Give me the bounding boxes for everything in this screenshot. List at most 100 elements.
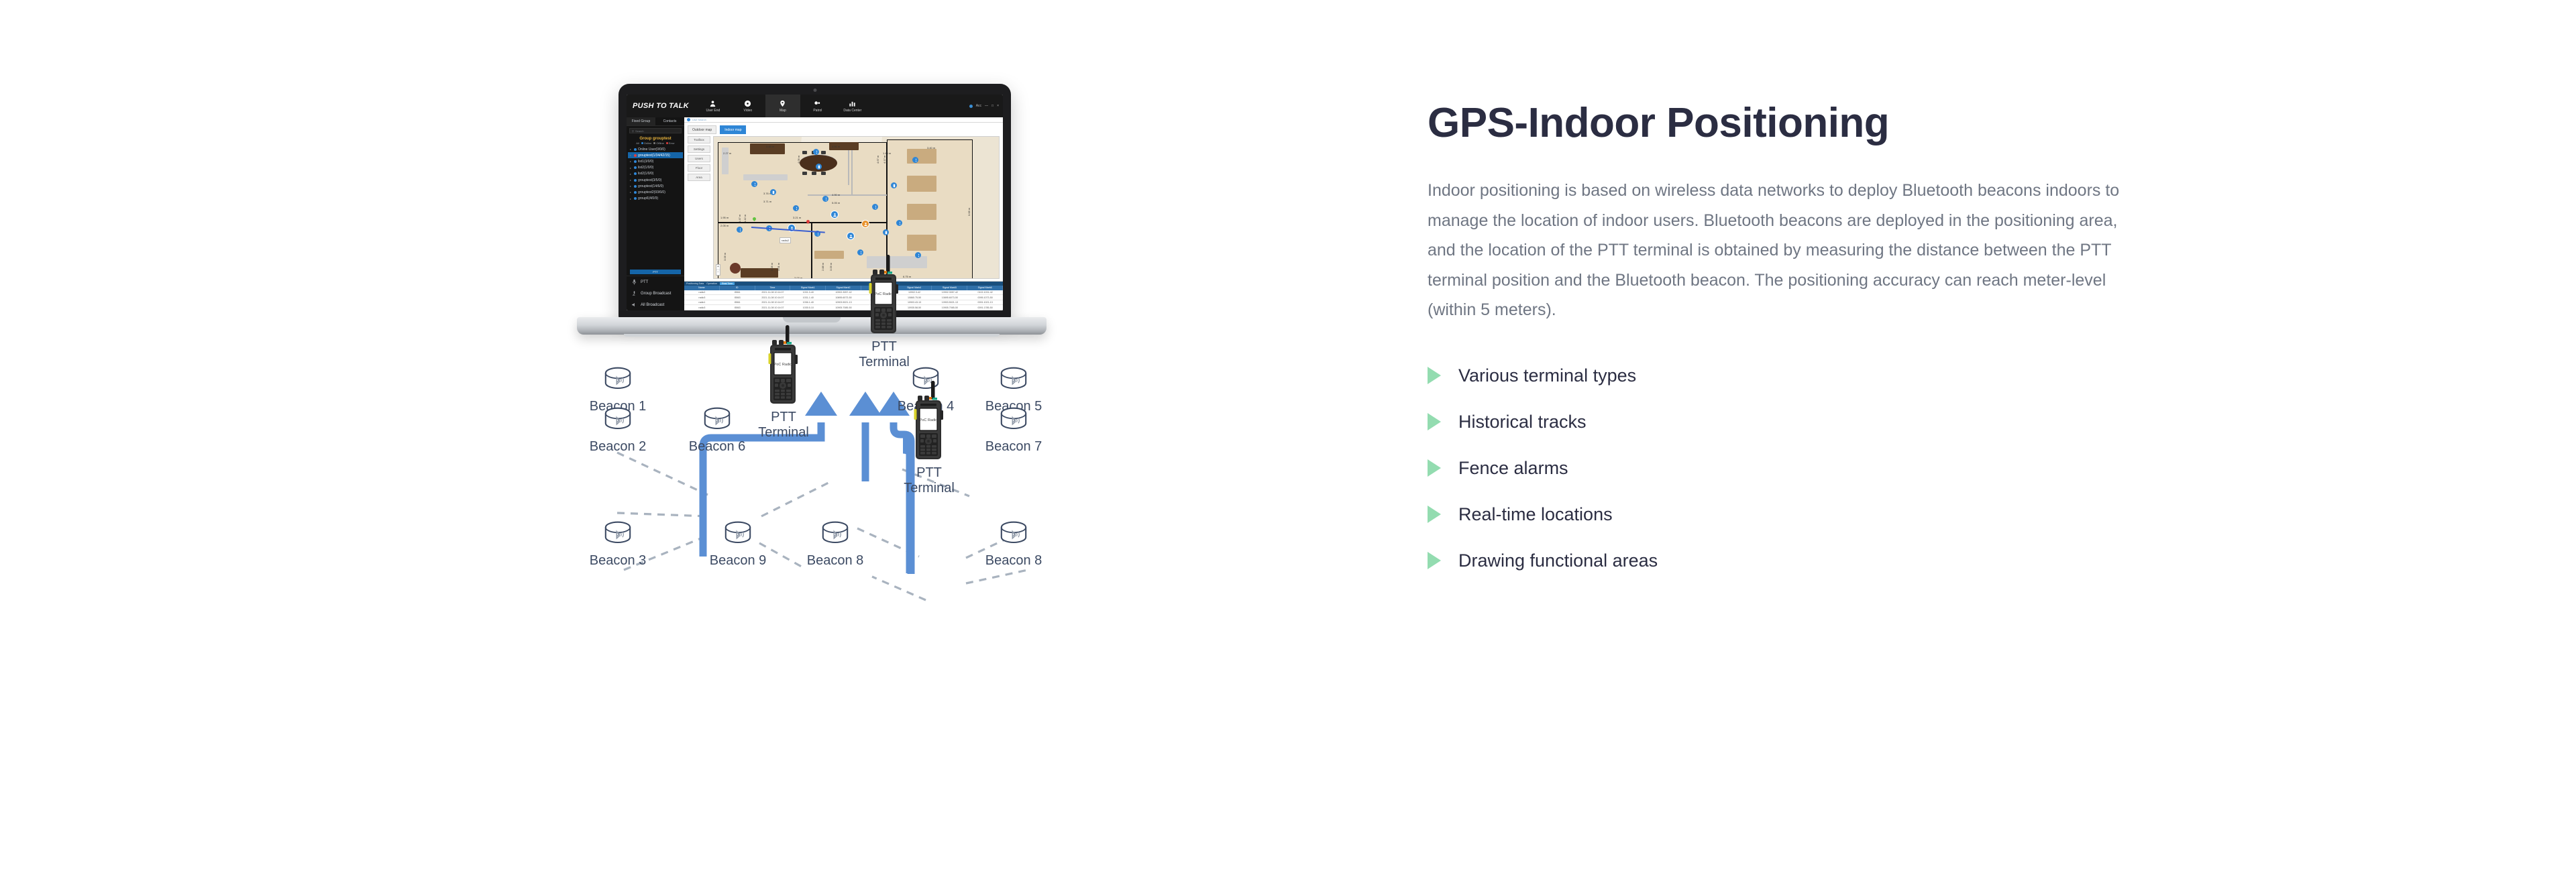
map-device-marker[interactable]	[816, 164, 822, 170]
feature-item: Fence alarms	[1428, 458, 2179, 479]
node-label: Beacon 8	[985, 553, 1042, 568]
map-device-marker[interactable]	[891, 182, 897, 188]
node-ptt-terminal-center[interactable]: PoC Radio PTT Terminal	[847, 255, 921, 370]
action-label: PTT	[641, 280, 649, 284]
nav-item-patrol[interactable]: Patrol	[800, 95, 835, 117]
tab-contacts[interactable]: Contacts	[655, 117, 684, 125]
map-device-marker[interactable]	[770, 189, 776, 195]
nav-item-map[interactable]: Map	[765, 95, 800, 117]
node-beacon-8-right[interactable]: Beacon 8	[977, 520, 1051, 569]
list-item[interactable]: ▸ grouptest2(93/6/0)	[628, 189, 683, 195]
outdoor-map-button[interactable]: Outdoor map	[688, 125, 717, 134]
close-button[interactable]: ×	[997, 104, 999, 108]
toolbar-real-time[interactable]: Real Time	[719, 282, 735, 285]
chevron-right-icon: ▸	[630, 148, 632, 152]
map-beacon-marker[interactable]	[813, 149, 819, 155]
chevron-right-icon: ▸	[630, 178, 632, 182]
tool-area[interactable]: Area	[688, 174, 710, 181]
map-zoom-controls[interactable]: + −	[716, 264, 720, 276]
map-user-marker[interactable]	[847, 232, 855, 240]
action-all-broadcast[interactable]: All Broadcast	[627, 299, 684, 310]
feature-list: Various terminal types Historical tracks…	[1428, 365, 2179, 571]
indoor-map-button[interactable]: Indoor map	[720, 125, 747, 134]
map-beacon-marker[interactable]	[793, 205, 799, 211]
map-beacon-marker[interactable]	[822, 196, 828, 202]
list-item[interactable]: ▸ group6(4/0/9)	[628, 196, 683, 202]
node-label: Beacon 3	[589, 553, 647, 568]
node-ptt-terminal-bottom[interactable]: PoC Radio PTT Terminal	[892, 381, 966, 496]
nav-item-video[interactable]: Video	[731, 95, 765, 117]
table-row[interactable]: radio1 I5561 2021-11-08 10:14:07 1036.1-…	[684, 300, 1003, 306]
dimension-label: 3.21 m	[793, 216, 802, 219]
feature-item: Various terminal types	[1428, 365, 2179, 386]
list-item[interactable]: ▸ list2(1/0/0)	[628, 171, 683, 177]
dimension-label: 3.45 m	[766, 145, 775, 148]
map-beacon-marker[interactable]	[751, 181, 757, 187]
nav-label: Patrol	[813, 108, 822, 113]
map-beacon-marker[interactable]	[896, 220, 902, 226]
node-ptt-terminal-left[interactable]: PoC Radio PTT Terminal	[747, 325, 820, 441]
chevron-right-icon: ▸	[630, 172, 632, 176]
map-user-marker[interactable]	[861, 220, 869, 228]
toolbar-operation[interactable]: Operation	[706, 282, 717, 285]
tool-users[interactable]: Users	[688, 155, 710, 162]
list-item[interactable]: ▸ list1(3/0/0)	[628, 158, 683, 164]
table-cell: 0102.1031-42	[977, 290, 993, 294]
node-beacon-3[interactable]: Beacon 3	[581, 520, 655, 569]
node-beacon-6[interactable]: Beacon 6	[680, 406, 754, 455]
tool-floor[interactable]: Floor	[688, 164, 710, 172]
node-beacon-8-mid[interactable]: Beacon 8	[798, 520, 872, 569]
map-beacon-marker[interactable]	[737, 227, 743, 233]
table-cell: 1031-1.40	[802, 296, 814, 299]
nav-item-user-end[interactable]: User End	[696, 95, 731, 117]
app-nav: User End Video Map Patrol Data Center	[696, 95, 870, 117]
map-beacon-marker[interactable]	[872, 204, 878, 210]
list-item-label: group6(4/0/9)	[638, 196, 659, 201]
zoom-in-button[interactable]: +	[716, 265, 720, 270]
list-item[interactable]: ▸ grouptest(1/34/42/15)	[628, 152, 683, 159]
window-controls[interactable]: Acc — □ ×	[969, 104, 999, 108]
globe-icon	[687, 118, 690, 121]
zoom-out-button[interactable]: −	[716, 270, 720, 275]
list-item[interactable]: ▸ list2(1/0/0)	[628, 165, 683, 171]
tool-settings[interactable]: Settings	[688, 145, 710, 153]
node-beacon-2[interactable]: Beacon 2	[581, 406, 655, 455]
maximize-button[interactable]: □	[991, 104, 994, 108]
list-item[interactable]: ▸ grouptest(14/6/0)	[628, 183, 683, 189]
sidebar-search-input[interactable]: ⚲ Search	[629, 128, 682, 133]
map-beacon-marker[interactable]	[912, 157, 918, 163]
node-beacon-9[interactable]: Beacon 9	[701, 520, 775, 569]
dimension-label: 2.27 m	[723, 152, 732, 155]
action-ptt[interactable]: PTT	[627, 276, 684, 288]
map-url-bar[interactable]: Use Search	[684, 117, 1003, 123]
node-beacon-7[interactable]: Beacon 7	[977, 406, 1051, 455]
table-row[interactable]: radio3 I5563 2021-11-08 10:14:07 1031-1.…	[684, 295, 1003, 300]
furniture-workdesk	[907, 149, 936, 164]
nav-label: Data Center	[843, 108, 862, 113]
map-user-marker[interactable]	[830, 211, 839, 219]
bluetooth-beacon-icon	[822, 521, 849, 544]
nav-item-data-center[interactable]: Data Center	[835, 95, 870, 117]
action-group-broadcast[interactable]: Group Broadcast	[627, 288, 684, 299]
nav-label: Map	[780, 108, 786, 113]
bluetooth-beacon-icon	[604, 367, 631, 390]
list-item-label: list1(3/0/0)	[638, 159, 654, 164]
table-row[interactable]: radio2 I5561 2021-11-08 10:14:07 1031.3-…	[684, 290, 1003, 296]
dash-beacon1-pttleft	[616, 451, 708, 496]
dimension-label: 3.71 m	[763, 200, 772, 203]
toolbar-positioning-data[interactable]: Positioning Data	[686, 282, 704, 285]
list-item[interactable]: ▸ grouptest(3/5/0)	[628, 177, 683, 183]
sidebar-group-list[interactable]: ▸ Online User(0/0/0) ▸ grouptest(1/34/42/1…	[627, 146, 684, 268]
tool-toolbox[interactable]: Toolbox	[688, 136, 710, 143]
map-device-marker[interactable]	[883, 229, 889, 235]
list-item[interactable]: ▸ Online User(0/0/0)	[628, 146, 683, 152]
dimension-label: 2.05 m	[720, 224, 729, 227]
minimize-button[interactable]: —	[985, 104, 988, 108]
map-tooltip: radio2	[780, 237, 792, 243]
table-row[interactable]: radio3 I5563 2021-11-08 10:14:07 1035.5-…	[684, 305, 1003, 310]
node-label: Beacon 9	[709, 553, 767, 568]
sidebar-tabs: Fixed Group Contacts	[627, 117, 684, 126]
sidebar-ptt-button[interactable]: PTT	[630, 270, 681, 274]
tab-fixed-group[interactable]: Fixed Group	[627, 117, 655, 125]
map-user-marker-tracked[interactable]	[788, 224, 796, 232]
